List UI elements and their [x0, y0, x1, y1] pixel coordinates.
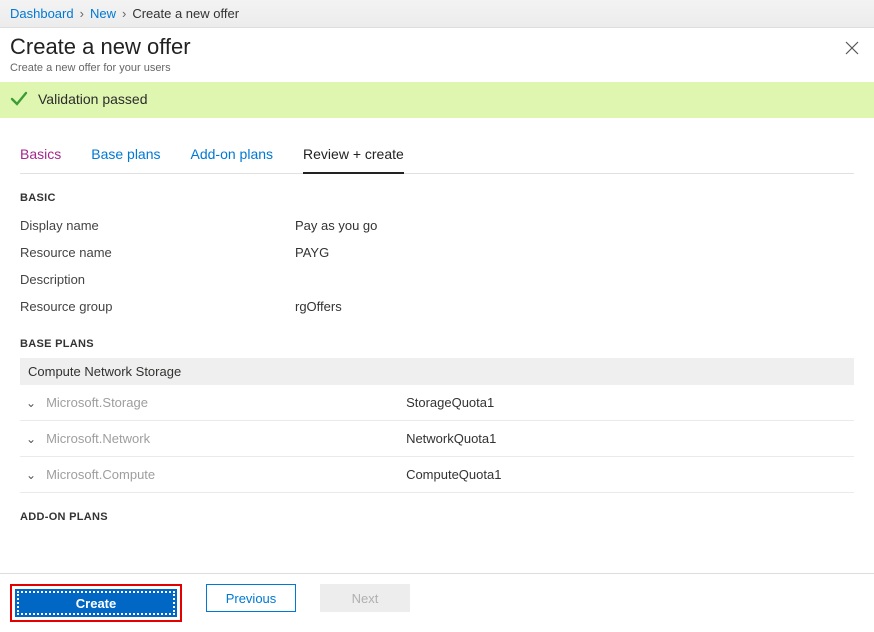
breadcrumb-sep-icon: ›: [122, 6, 126, 21]
kv-label: Resource group: [20, 299, 295, 314]
kv-label: Display name: [20, 218, 295, 233]
kv-display-name: Display name Pay as you go: [20, 212, 854, 239]
plan-service: Microsoft.Storage: [46, 395, 406, 410]
section-basic-title: BASIC: [20, 192, 854, 204]
chevron-down-icon[interactable]: ⌄: [26, 468, 36, 482]
breadcrumb-new[interactable]: New: [90, 6, 116, 21]
page-header: Create a new offer Create a new offer fo…: [0, 28, 874, 82]
plan-quota: ComputeQuota1: [406, 467, 501, 482]
close-icon: [844, 40, 860, 56]
tab-base-plans[interactable]: Base plans: [91, 140, 160, 173]
create-highlight: Create: [10, 584, 182, 622]
create-button[interactable]: Create: [15, 589, 177, 617]
breadcrumb-sep-icon: ›: [80, 6, 84, 21]
check-icon: [10, 90, 28, 108]
tab-addon-plans[interactable]: Add-on plans: [191, 140, 274, 173]
section-addon-plans-title: ADD-ON PLANS: [20, 511, 854, 523]
kv-value: PAYG: [295, 245, 329, 260]
tab-basics[interactable]: Basics: [20, 140, 61, 173]
previous-button[interactable]: Previous: [206, 584, 296, 612]
kv-label: Resource name: [20, 245, 295, 260]
plan-group-header: Compute Network Storage: [20, 358, 854, 385]
tab-review[interactable]: Review + create: [303, 140, 404, 174]
next-button: Next: [320, 584, 410, 612]
kv-value: Pay as you go: [295, 218, 377, 233]
wizard-tabs: Basics Base plans Add-on plans Review + …: [20, 140, 854, 174]
kv-description: Description: [20, 266, 854, 293]
breadcrumb: Dashboard › New › Create a new offer: [0, 0, 874, 28]
page-subtitle: Create a new offer for your users: [10, 62, 864, 74]
chevron-down-icon[interactable]: ⌄: [26, 396, 36, 410]
plan-row: ⌄ Microsoft.Storage StorageQuota1: [20, 385, 854, 421]
plan-service: Microsoft.Network: [46, 431, 406, 446]
chevron-down-icon[interactable]: ⌄: [26, 432, 36, 446]
validation-banner: Validation passed: [0, 82, 874, 118]
validation-text: Validation passed: [38, 91, 147, 107]
close-button[interactable]: [844, 40, 860, 56]
breadcrumb-dashboard[interactable]: Dashboard: [10, 6, 74, 21]
plan-quota: NetworkQuota1: [406, 431, 496, 446]
kv-label: Description: [20, 272, 295, 287]
plan-quota: StorageQuota1: [406, 395, 494, 410]
kv-resource-group: Resource group rgOffers: [20, 293, 854, 320]
plan-row: ⌄ Microsoft.Network NetworkQuota1: [20, 421, 854, 457]
page-title: Create a new offer: [10, 34, 864, 60]
plan-service: Microsoft.Compute: [46, 467, 406, 482]
wizard-footer: Create Previous Next: [0, 573, 874, 632]
kv-value: rgOffers: [295, 299, 342, 314]
plan-row: ⌄ Microsoft.Compute ComputeQuota1: [20, 457, 854, 493]
kv-resource-name: Resource name PAYG: [20, 239, 854, 266]
section-base-plans-title: BASE PLANS: [20, 338, 854, 350]
breadcrumb-current: Create a new offer: [132, 6, 239, 21]
